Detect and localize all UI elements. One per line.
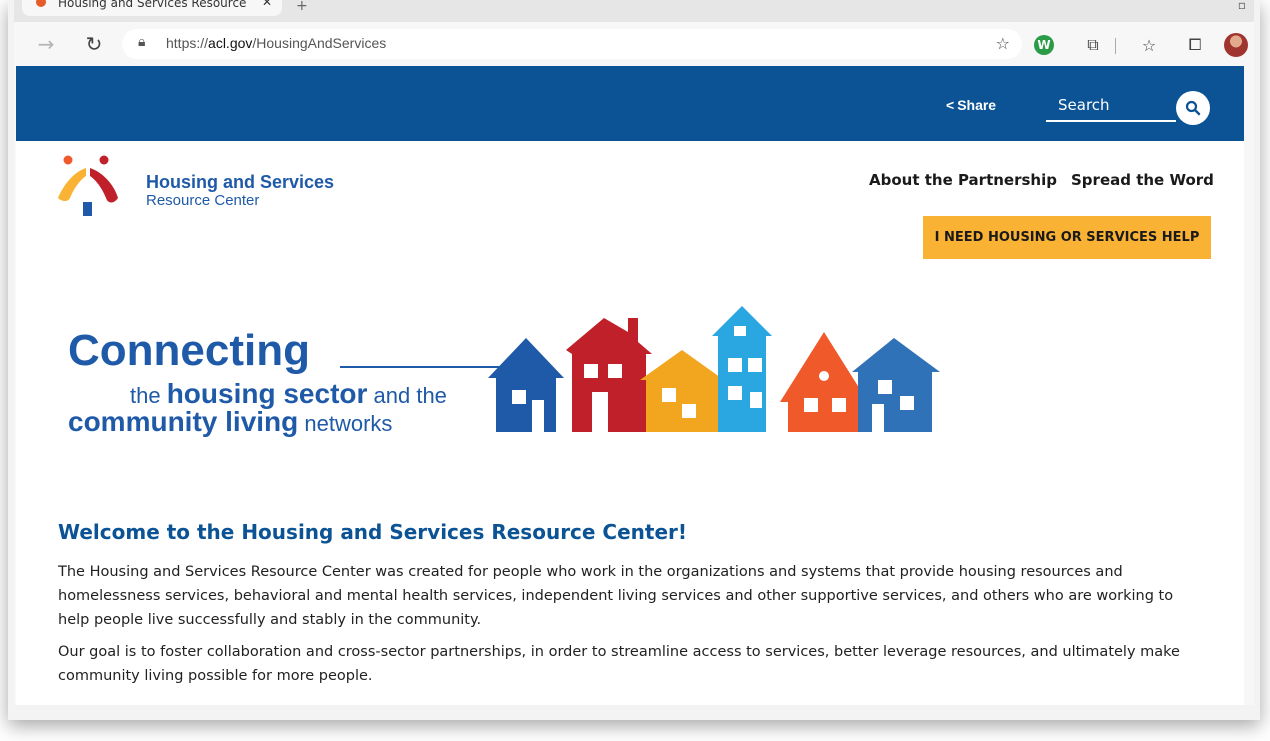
logo-subtitle[interactable]: Resource Center <box>146 192 259 209</box>
house-orangered <box>780 332 868 432</box>
houses-illustration <box>488 306 940 432</box>
hero-connecting-text: Connecting <box>68 326 310 375</box>
house-navy <box>488 338 564 432</box>
nav-about-partnership[interactable]: About the Partnership <box>869 171 1057 189</box>
add-favorite-icon[interactable]: ☆ <box>996 34 1010 53</box>
toolbar-divider <box>1115 38 1116 54</box>
extensions-puzzle-icon[interactable]: ⧉ <box>1082 34 1104 56</box>
intro-paragraph: The Housing and Services Resource Center… <box>58 564 1174 628</box>
hero-banner: Connecting the housing sector and the co… <box>64 292 944 442</box>
search-input[interactable] <box>1046 90 1176 122</box>
share-link[interactable]: < Share <box>946 97 996 113</box>
tab-close-icon[interactable]: ✕ <box>262 0 272 9</box>
profile-avatar[interactable] <box>1224 33 1248 57</box>
tab-strip: Housing and Services Resource ✕ + ▫ <box>14 0 1254 22</box>
share-label: Share <box>957 97 997 113</box>
browser-toolbar: → ↻ 🔒︎ https://acl.gov/HousingAndService… <box>14 22 1254 66</box>
house-steelblue <box>852 338 940 432</box>
tab-title: Housing and Services Resource <box>58 0 247 10</box>
house-red <box>566 318 652 432</box>
hsrc-logo[interactable] <box>52 154 124 218</box>
hero-line-three: community living networks <box>68 406 393 437</box>
browser-tab[interactable]: Housing and Services Resource ✕ <box>22 0 282 16</box>
collections-icon[interactable]: ⧠ <box>1184 34 1206 56</box>
favorites-icon[interactable]: ☆ <box>1138 34 1160 56</box>
site-favicon-icon <box>36 0 46 7</box>
share-icon: < <box>946 97 955 113</box>
new-tab-icon[interactable]: + <box>296 0 308 14</box>
house-lightblue <box>712 306 772 432</box>
browser-window: Housing and Services Resource ✕ + ▫ → ↻ … <box>14 0 1254 705</box>
reload-icon[interactable]: ↻ <box>80 30 108 58</box>
address-bar[interactable]: 🔒︎ https://acl.gov/HousingAndServices ☆ <box>122 29 1022 59</box>
lock-icon[interactable]: 🔒︎ <box>138 34 145 50</box>
page-content: <Share Housing and Services Resource Cen… <box>16 66 1244 705</box>
window-restore-icon[interactable]: ▫ <box>1238 0 1246 12</box>
house-orange <box>640 350 724 432</box>
housing-help-button[interactable]: I NEED HOUSING OR SERVICES HELP <box>923 216 1211 259</box>
logo-title[interactable]: Housing and Services <box>146 172 334 193</box>
goal-paragraph: Our goal is to foster collaboration and … <box>58 644 1180 684</box>
welcome-heading: Welcome to the Housing and Services Reso… <box>58 520 688 544</box>
search-icon[interactable] <box>1176 91 1210 125</box>
url-text[interactable]: https://acl.gov/HousingAndServices <box>166 35 386 51</box>
site-top-bar: < Share <box>16 66 1244 141</box>
extension-w-icon[interactable]: W <box>1034 35 1054 55</box>
nav-spread-the-word[interactable]: Spread the Word <box>1071 171 1214 189</box>
forward-arrow-icon[interactable]: → <box>32 30 60 58</box>
